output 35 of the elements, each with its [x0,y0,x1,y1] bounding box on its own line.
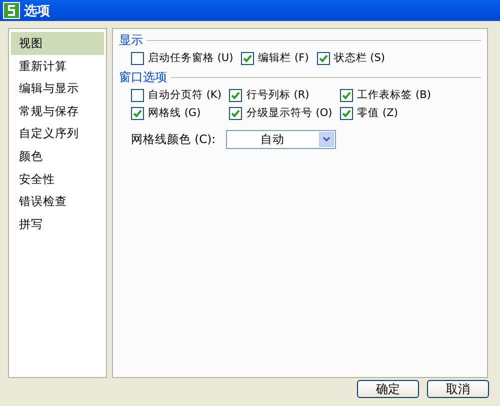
checkbox[interactable] [340,88,354,102]
checkbox-label: 编辑栏 (F) [258,51,309,65]
ok-button[interactable]: 确定 [357,380,419,398]
app-logo-icon [3,2,20,19]
sidebar-item[interactable]: 常规与保存 [11,100,104,122]
field-label: 网格线颜色 (C): [131,132,216,147]
checkbox[interactable] [241,52,254,64]
color-dropdown[interactable]: 自动 [226,130,336,149]
checkbox[interactable] [229,88,242,102]
checkbox[interactable] [229,106,242,120]
sidebar-item[interactable]: 拼写 [11,212,104,236]
sidebar-item[interactable]: 安全性 [11,168,104,190]
sidebar-item[interactable]: 视图 [11,32,104,55]
checkbox-label: 自动分页符 (K) [148,88,222,102]
checkbox[interactable] [316,52,330,64]
cancel-button[interactable]: 取消 [427,380,489,398]
checkbox-label: 网格线 (G) [148,106,201,120]
window-title: 选项 [24,2,50,20]
checkbox-label: 工作表标签 (B) [357,88,431,102]
sidebar-item[interactable]: 颜色 [11,144,104,168]
checkbox-label: 行号列标 (R) [246,88,310,102]
checkbox-label: 状态栏 (S) [334,51,385,65]
checkbox-label: 启动任务窗格 (U) [148,51,234,65]
checkbox[interactable] [131,88,144,102]
sidebar-item[interactable]: 自定义序列 [11,122,104,145]
checkbox-label: 零值 (Z) [357,106,398,120]
checkbox-label: 分级显示符号 (O) [246,106,332,120]
sidebar-item[interactable]: 编辑与显示 [11,77,104,100]
section-title: 显示 [119,32,143,49]
checkbox[interactable] [131,106,144,120]
sidebar-item[interactable]: 重新计算 [11,54,104,78]
section-title: 窗口选项 [119,69,167,86]
checkbox[interactable] [340,106,354,120]
checkbox[interactable] [131,52,144,64]
sidebar-item[interactable]: 错误检查 [11,190,104,213]
